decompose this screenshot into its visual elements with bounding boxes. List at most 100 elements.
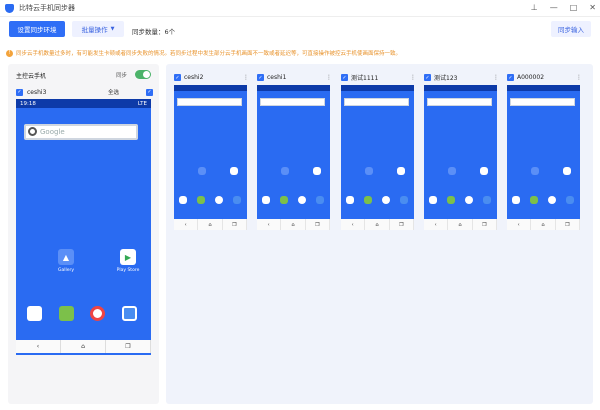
camera-icon (566, 196, 574, 204)
device-checkbox[interactable]: ✓ (507, 74, 514, 81)
device-card: ✓ 测试123 ⋮ ‹ ⌂ ❐ (424, 72, 501, 237)
store-icon[interactable] (59, 306, 74, 321)
toolbar: 设置同步环境 批量操作 ▼ 同步数量：6个 同步输入 (0, 17, 600, 43)
recents-icon[interactable]: ❐ (106, 340, 151, 353)
home-icon[interactable]: ⌂ (531, 219, 556, 230)
play-store-icon (397, 167, 405, 175)
close-icon[interactable]: ✕ (589, 3, 596, 12)
controlled-panel: ✓ ceshi2 ⋮ ‹ ⌂ ❐ ✓ ceshi1 ⋮ ‹ ⌂ ❐ ✓ 测试11… (166, 64, 593, 404)
device-card-header: ✓ ceshi2 ⋮ (174, 72, 251, 83)
gallery-icon (531, 167, 539, 175)
device-card-header: ✓ 测试123 ⋮ (424, 72, 501, 83)
setup-sync-button[interactable]: 设置同步环境 (9, 21, 65, 37)
store-icon (530, 196, 538, 204)
device-card-header: ✓ ceshi1 ⋮ (257, 72, 334, 83)
google-search-bar[interactable]: Google (24, 124, 138, 140)
gallery-icon (365, 167, 373, 175)
device-nav-bar: ‹ ⌂ ❐ (507, 219, 580, 230)
device-name: 测试123 (434, 75, 458, 82)
device-name: 测试1111 (351, 75, 379, 82)
more-icon[interactable]: ⋮ (243, 74, 249, 81)
back-icon[interactable]: ‹ (507, 219, 532, 230)
sync-toggle-label: 同步 (116, 73, 128, 79)
chrome-icon (298, 196, 306, 204)
device-card: ✓ ceshi2 ⋮ ‹ ⌂ ❐ (174, 72, 251, 237)
status-bar (257, 85, 330, 91)
recents-icon[interactable]: ❐ (223, 219, 247, 230)
store-icon (364, 196, 372, 204)
sync-input-button[interactable]: 同步输入 (551, 21, 591, 37)
more-icon[interactable]: ⋮ (493, 74, 499, 81)
master-header: 主控云手机 (16, 73, 47, 80)
sync-count-value: 6个 (164, 28, 176, 36)
device-screen[interactable] (257, 85, 330, 219)
google-search-bar (344, 98, 409, 106)
store-icon (447, 196, 455, 204)
phone-icon (179, 196, 187, 204)
camera-icon (233, 196, 241, 204)
status-bar (507, 85, 580, 91)
sync-count-label: 同步数量： (132, 28, 165, 36)
master-device-name: ceshi3 (27, 88, 47, 96)
recents-icon[interactable]: ❐ (390, 219, 414, 230)
more-icon[interactable]: ⋮ (410, 74, 416, 81)
batch-label: 批量操作 (81, 26, 108, 34)
maximize-icon[interactable]: □ (570, 3, 578, 12)
master-checkbox[interactable]: ✓ (16, 88, 23, 96)
notice-bar: ! 同步云手机数量过多时，有可能发生卡顿或者同步失败的情况。若同步过程中发生部分… (6, 47, 596, 59)
recents-icon[interactable]: ❐ (306, 219, 330, 230)
chrome-icon (465, 196, 473, 204)
gallery-icon (198, 167, 206, 175)
camera-icon (400, 196, 408, 204)
store-icon (280, 196, 288, 204)
home-icon[interactable]: ⌂ (61, 340, 106, 353)
back-icon[interactable]: ‹ (174, 219, 199, 230)
gallery-icon[interactable]: ▲ (58, 249, 74, 265)
back-icon[interactable]: ‹ (16, 340, 61, 353)
back-icon[interactable]: ‹ (257, 219, 282, 230)
device-screen[interactable] (507, 85, 580, 219)
device-name: A000002 (517, 74, 545, 81)
gallery-icon (281, 167, 289, 175)
back-icon[interactable]: ‹ (424, 219, 449, 230)
select-all-checkbox[interactable]: ✓ (146, 88, 153, 96)
window-title: 比特云手机同步器 (19, 4, 75, 12)
batch-operation-button[interactable]: 批量操作 ▼ (72, 21, 124, 37)
google-search-bar (427, 98, 492, 106)
camera-icon[interactable] (122, 306, 137, 321)
minimize-icon[interactable]: — (550, 3, 558, 12)
status-bar: 19:18 LTE (16, 99, 151, 108)
device-checkbox[interactable]: ✓ (341, 74, 348, 81)
device-screen[interactable] (424, 85, 497, 219)
notice-text: 同步云手机数量过多时，有可能发生卡顿或者同步失败的情况。若同步过程中发生部分云手… (16, 51, 402, 57)
more-icon[interactable]: ⋮ (576, 74, 582, 81)
device-screen[interactable] (341, 85, 414, 219)
home-icon[interactable]: ⌂ (448, 219, 473, 230)
device-name: ceshi1 (267, 74, 287, 81)
device-checkbox[interactable]: ✓ (424, 74, 431, 81)
home-icon[interactable]: ⌂ (281, 219, 306, 230)
status-bar (174, 85, 247, 91)
chrome-icon[interactable] (90, 306, 105, 321)
device-checkbox[interactable]: ✓ (257, 74, 264, 81)
play-store-icon (563, 167, 571, 175)
pin-icon[interactable]: ⊥ (531, 3, 538, 12)
master-phone-screen[interactable]: 19:18 LTE Google ▲ Gallery ▶ Play Store (16, 99, 151, 355)
recents-icon[interactable]: ❐ (473, 219, 497, 230)
device-card: ✓ ceshi1 ⋮ ‹ ⌂ ❐ (257, 72, 334, 237)
recents-icon[interactable]: ❐ (556, 219, 580, 230)
select-all-label: 全选 (108, 90, 120, 96)
play-store-label: Play Store (116, 268, 140, 273)
gallery-icon (448, 167, 456, 175)
google-search-bar (177, 98, 242, 106)
device-screen[interactable] (174, 85, 247, 219)
home-icon[interactable]: ⌂ (365, 219, 390, 230)
phone-icon[interactable] (27, 306, 42, 321)
device-checkbox[interactable]: ✓ (174, 74, 181, 81)
back-icon[interactable]: ‹ (341, 219, 366, 230)
google-search-bar (510, 98, 575, 106)
home-icon[interactable]: ⌂ (198, 219, 223, 230)
play-store-icon[interactable]: ▶ (120, 249, 136, 265)
more-icon[interactable]: ⋮ (326, 74, 332, 81)
sync-toggle[interactable] (135, 70, 151, 79)
